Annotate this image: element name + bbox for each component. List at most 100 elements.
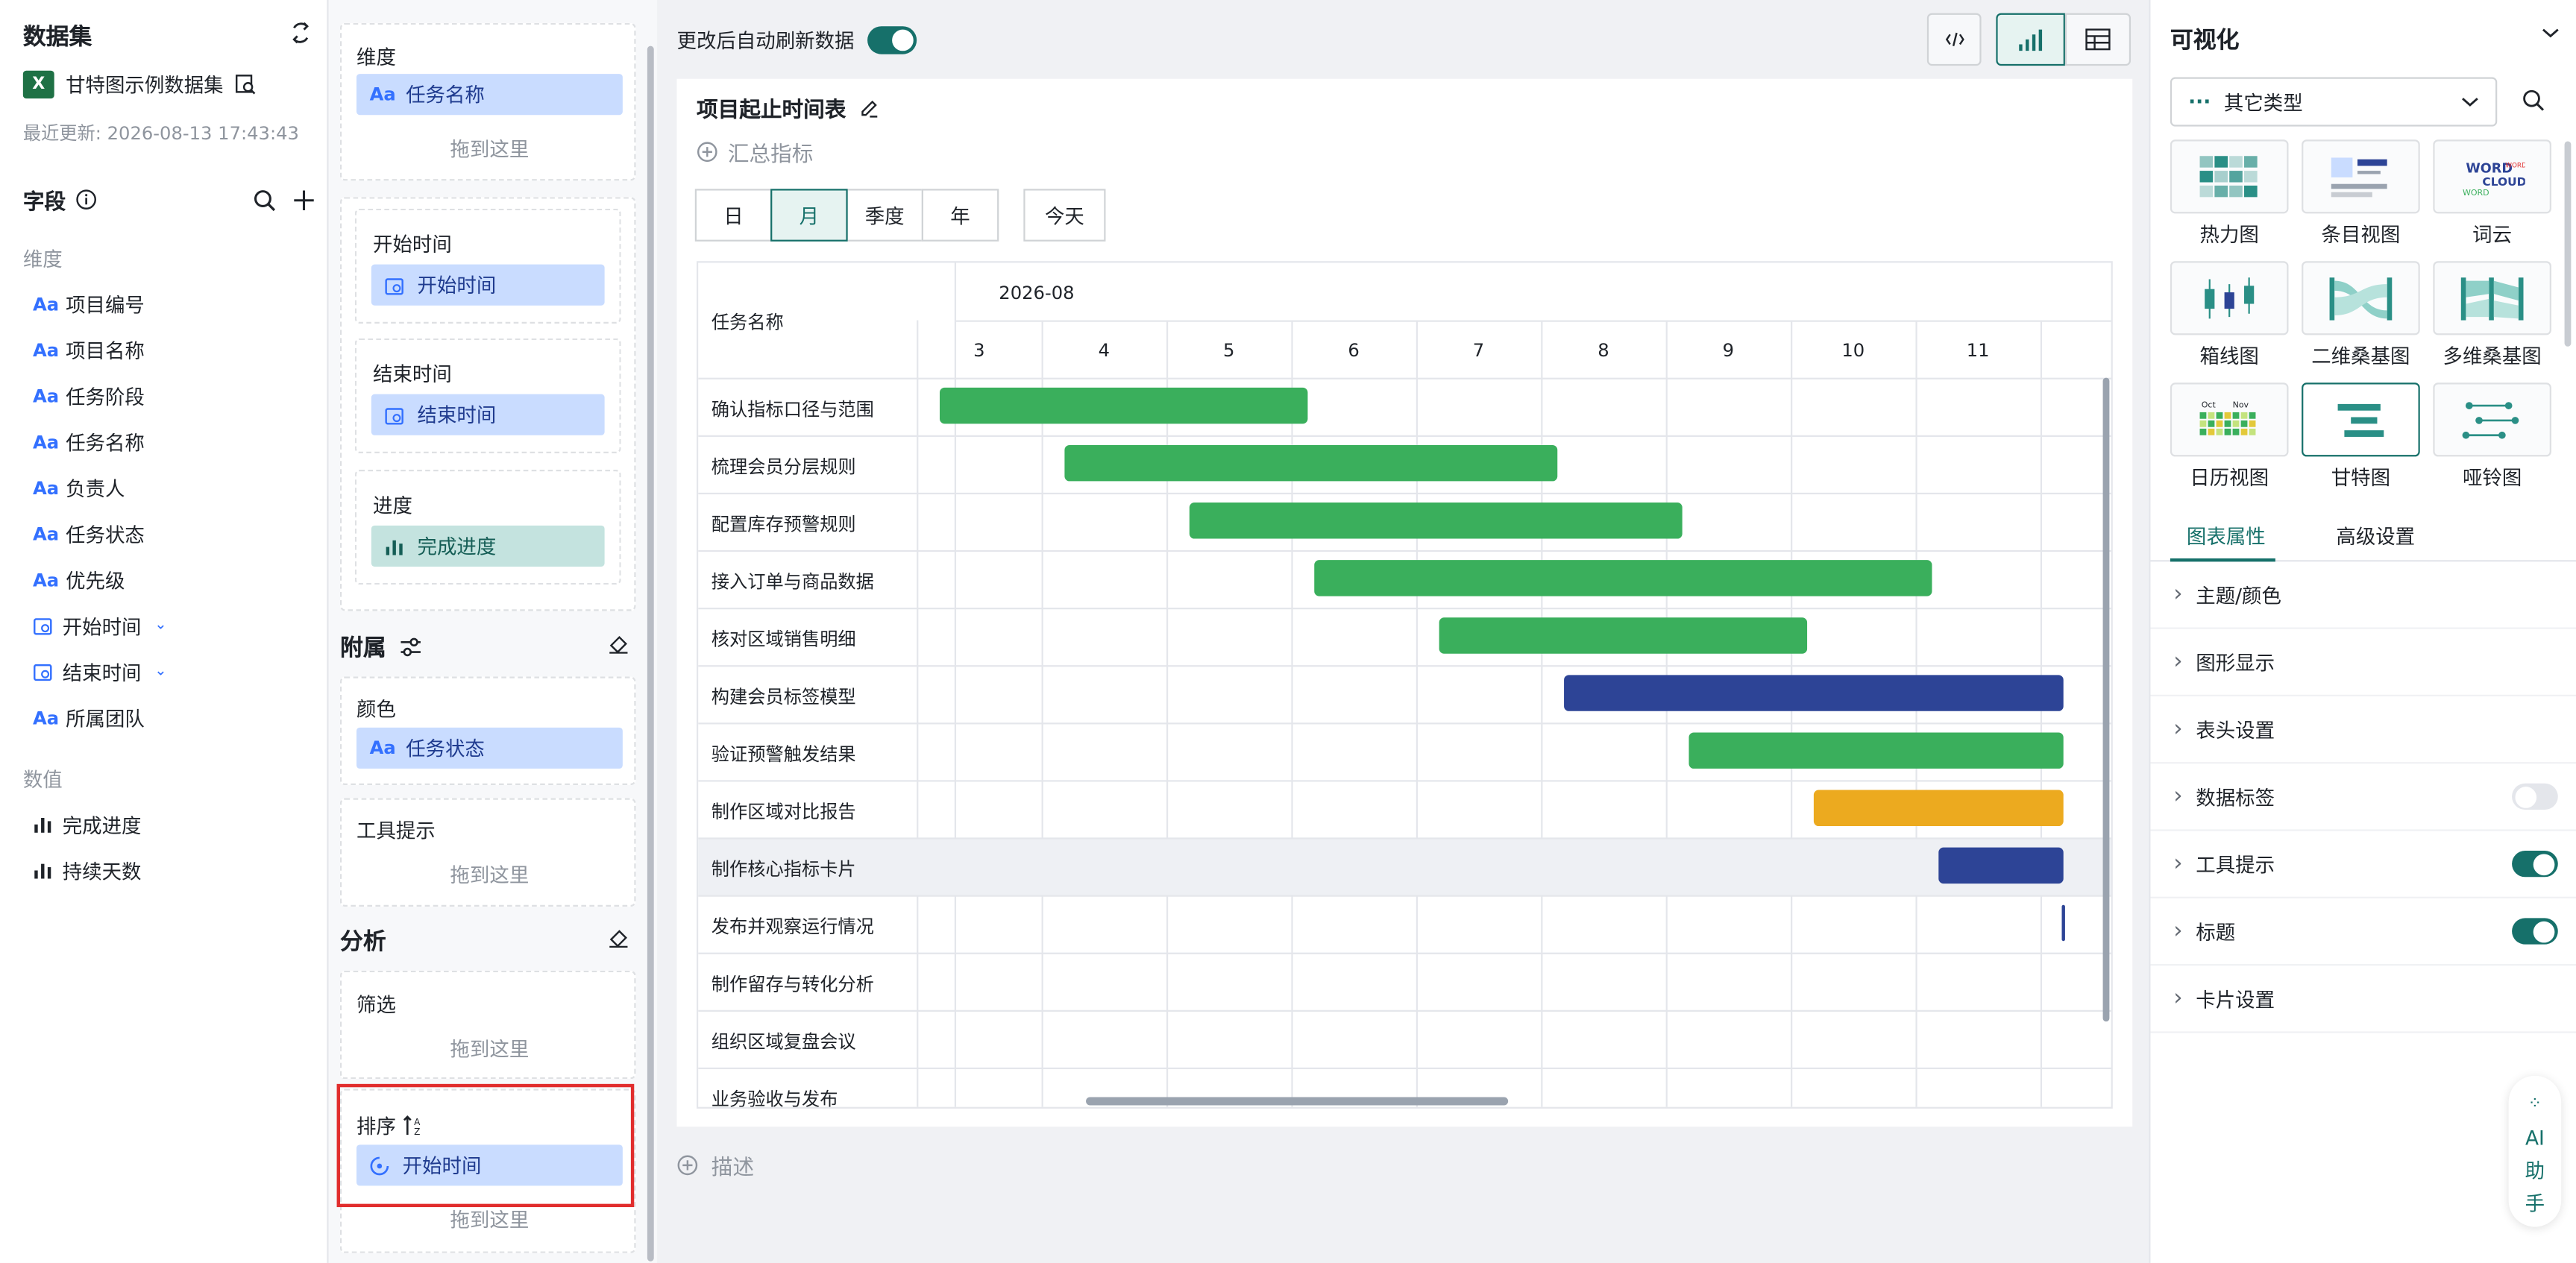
field-item[interactable]: Aa 所属团队 <box>33 702 145 734</box>
field-item[interactable]: 完成进度 <box>33 808 141 841</box>
tab-chart-properties[interactable]: 图表属性 <box>2187 522 2266 549</box>
chevron-down-icon[interactable]: ⌄ <box>154 617 167 634</box>
start-time-dropbox[interactable]: 开始时间 开始时间 <box>354 208 621 324</box>
gantt-bar[interactable] <box>1938 847 2064 884</box>
day-label: 10 <box>1841 339 1865 362</box>
visualization-title: 可视化 <box>2170 28 2240 54</box>
progress-dropbox[interactable]: 进度 完成进度 <box>354 470 621 585</box>
property-row[interactable]: › 卡片设置 <box>2150 966 2576 1033</box>
end-time-dropbox[interactable]: 结束时间 结束时间 <box>354 338 621 453</box>
dimension-chip-task-name[interactable]: Aa 任务名称 <box>356 74 623 116</box>
tooltip-dropbox[interactable]: 工具提示 拖到这里 <box>339 798 636 907</box>
add-description-button[interactable]: 描述 <box>677 1150 754 1181</box>
chevron-down-icon[interactable]: ⌄ <box>154 664 167 680</box>
ai-assistant-button[interactable]: ⁘ AI助手 <box>2508 1075 2562 1227</box>
chart-type-gantt[interactable]: 甘特图 <box>2302 382 2420 491</box>
chart-title[interactable]: 项目起止时间表 <box>697 92 846 123</box>
granularity-1[interactable]: 月 <box>770 189 848 242</box>
end-time-chip[interactable]: 结束时间 <box>371 394 605 435</box>
color-chip-task-status[interactable]: Aa 任务状态 <box>356 727 623 769</box>
gantt-row[interactable]: 确认指标口径与范围 <box>698 377 2111 435</box>
filter-dropbox[interactable]: 筛选 拖到这里 <box>339 970 636 1080</box>
progress-chip[interactable]: 完成进度 <box>371 525 605 567</box>
dataset-item[interactable]: X 甘特图示例数据集 <box>22 70 257 99</box>
chart-type-boxplot[interactable]: 箱线图 <box>2170 261 2289 369</box>
text-field-icon: Aa <box>369 84 396 105</box>
property-row[interactable]: › 图形显示 <box>2150 629 2576 696</box>
search-icon[interactable] <box>253 188 276 211</box>
chevron-right-icon: › <box>2173 985 2183 1012</box>
property-row[interactable]: › 标题 <box>2150 898 2576 966</box>
field-item[interactable]: Aa 任务状态 <box>33 517 145 550</box>
table-view-button[interactable] <box>2064 13 2132 66</box>
field-item[interactable]: 开始时间 ⌄ <box>33 609 167 642</box>
add-metric-button[interactable]: 汇总指标 <box>697 136 813 168</box>
field-item[interactable]: Aa 优先级 <box>33 564 125 596</box>
field-item[interactable]: Aa 负责人 <box>33 471 125 504</box>
chart-view-button[interactable] <box>1996 13 2065 66</box>
chart-type-scrollbar[interactable] <box>2564 141 2572 347</box>
preview-data-icon[interactable] <box>235 74 257 95</box>
chart-type-2d-sankey[interactable]: 二维桑基图 <box>2302 261 2420 369</box>
field-item[interactable]: 结束时间 ⌄ <box>33 655 167 688</box>
property-row[interactable]: › 数据标签 <box>2150 763 2576 831</box>
gantt-row[interactable]: 制作核心指标卡片 <box>698 837 2111 895</box>
start-time-chip[interactable]: 开始时间 <box>371 264 605 306</box>
gantt-vertical-scrollbar[interactable] <box>2102 377 2110 1022</box>
granularity-3[interactable]: 年 <box>921 189 999 242</box>
gantt-bar[interactable] <box>940 387 1308 424</box>
tab-advanced-settings[interactable]: 高级设置 <box>2336 522 2415 549</box>
property-toggle[interactable] <box>2512 783 2558 810</box>
gantt-row[interactable]: 发布并观察运行情况 <box>698 895 2111 953</box>
chart-type-dropdown[interactable]: ··· 其它类型 <box>2170 77 2498 127</box>
color-dropbox[interactable]: 颜色 Aa 任务状态 <box>339 676 636 785</box>
chart-type-calendar-view[interactable]: Oct Nov 日历视图 <box>2170 382 2289 491</box>
chart-type-multi-sankey[interactable]: 多维桑基图 <box>2433 261 2551 369</box>
auto-refresh-toggle[interactable] <box>867 26 917 54</box>
info-icon[interactable] <box>75 189 97 210</box>
property-toggle[interactable] <box>2512 918 2558 945</box>
code-view-button[interactable] <box>1926 13 1982 66</box>
gantt-row[interactable]: 制作留存与转化分析 <box>698 952 2111 1010</box>
gantt-bar[interactable] <box>1189 503 1683 539</box>
field-item[interactable]: Aa 任务阶段 <box>33 379 145 412</box>
clear-analysis-icon[interactable] <box>608 926 629 948</box>
settings-sliders-icon[interactable] <box>399 637 422 657</box>
property-toggle[interactable] <box>2512 851 2558 878</box>
gantt-bar[interactable] <box>1813 790 2064 827</box>
property-row[interactable]: › 表头设置 <box>2150 696 2576 764</box>
property-row[interactable]: › 工具提示 <box>2150 831 2576 898</box>
field-item[interactable]: Aa 任务名称 <box>33 426 145 459</box>
auto-refresh-label: 更改后自动刷新数据 <box>676 29 855 53</box>
gantt-row[interactable]: 组织区域复盘会议 <box>698 1010 2111 1068</box>
edit-title-icon[interactable] <box>859 98 879 117</box>
add-field-icon[interactable] <box>292 188 315 211</box>
config-scrollbar[interactable] <box>647 45 654 1262</box>
collapse-chevron-icon[interactable] <box>2542 26 2560 40</box>
switch-dataset-icon[interactable] <box>289 22 312 45</box>
clear-attach-icon[interactable] <box>608 632 629 654</box>
granularity-2[interactable]: 季度 <box>846 189 923 242</box>
gantt-bar[interactable] <box>2062 904 2066 942</box>
dumbbell-icon <box>2433 382 2551 457</box>
granularity-0[interactable]: 日 <box>694 189 773 242</box>
chart-type-heatmap[interactable]: 热力图 <box>2170 139 2289 248</box>
chart-type-dumbbell[interactable]: 哑铃图 <box>2433 382 2551 491</box>
chart-type-word-cloud[interactable]: WORD CLOUD WORD WORD 词云 <box>2433 139 2551 248</box>
date-field-icon <box>34 664 52 681</box>
gantt-bar[interactable] <box>1564 675 2064 711</box>
gantt-bar[interactable] <box>1064 444 1558 482</box>
gantt-bar[interactable] <box>1314 560 1932 596</box>
gantt-horizontal-scrollbar[interactable] <box>1086 1097 1509 1106</box>
search-chart-type-icon[interactable] <box>2522 89 2545 112</box>
field-item[interactable]: Aa 项目名称 <box>33 333 145 366</box>
dimension-dropbox[interactable]: 维度 Aa 任务名称 拖到这里 <box>339 22 636 181</box>
property-row[interactable]: › 主题/颜色 <box>2150 561 2576 629</box>
chart-type-item-view[interactable]: 条目视图 <box>2302 139 2420 248</box>
gantt-bar[interactable] <box>1439 617 1808 654</box>
field-item[interactable]: 持续天数 <box>33 854 141 886</box>
field-item[interactable]: Aa 项目编号 <box>33 287 145 320</box>
gantt-bar[interactable] <box>1688 732 2064 769</box>
today-button[interactable]: 今天 <box>1023 189 1106 242</box>
gantt-row[interactable]: 核对区域销售明细 <box>698 608 2111 665</box>
